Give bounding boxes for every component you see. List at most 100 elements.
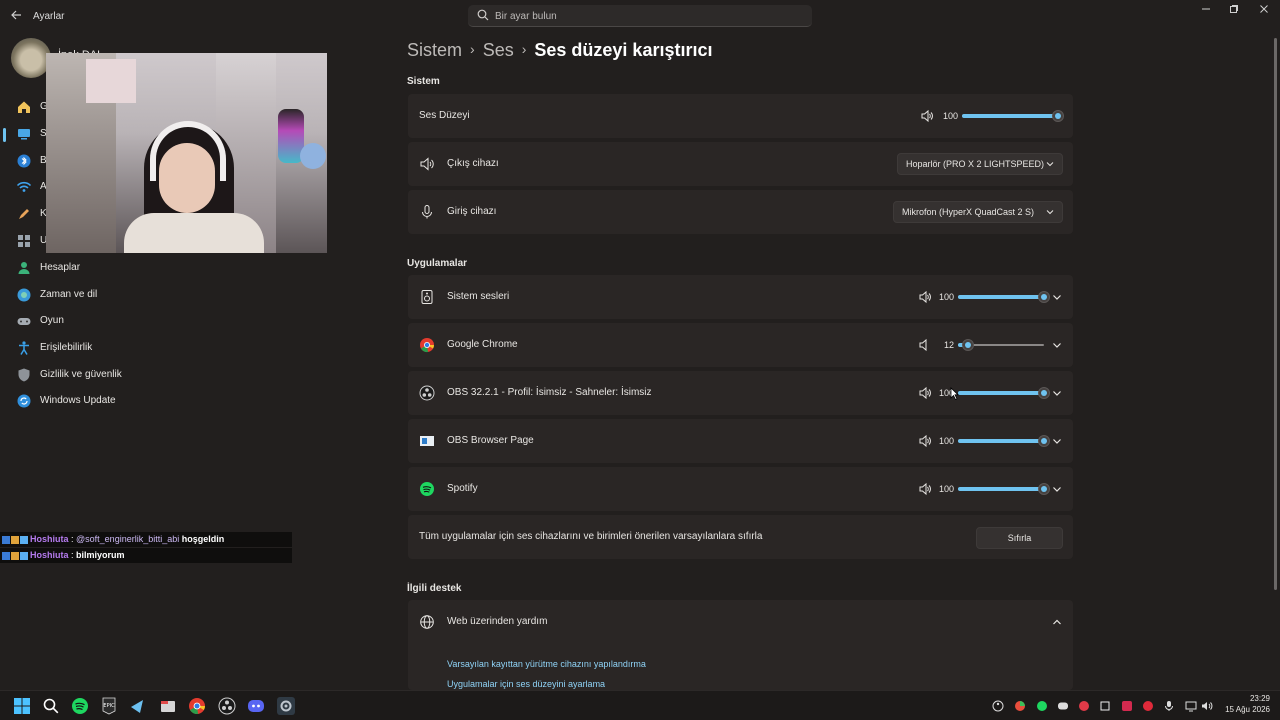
app-volume-slider[interactable] (958, 338, 1044, 352)
speaker-icon[interactable] (920, 109, 934, 123)
obs-browser-icon (420, 436, 434, 446)
section-title-apps: Uygulamalar (407, 258, 468, 269)
chevron-down-icon (1046, 210, 1054, 215)
discord-tray-icon[interactable] (1057, 700, 1069, 712)
scrollbar[interactable] (1274, 38, 1277, 590)
steam-icon[interactable] (129, 697, 147, 715)
nav-selected-indicator (3, 128, 6, 142)
app-volume-value: 100 (938, 436, 954, 446)
restore-button[interactable] (1224, 4, 1244, 20)
spotify-tray-icon[interactable] (1036, 700, 1048, 712)
app-title: Ayarlar (33, 11, 65, 22)
web-help-label[interactable]: Web üzerinden yardım (447, 616, 547, 627)
output-device-card: Çıkış cihazı Hoparlör (PRO X 2 LIGHTSPEE… (408, 142, 1073, 186)
globe-icon (420, 615, 434, 629)
windows-start-icon[interactable] (13, 697, 31, 715)
breadcrumb-sound[interactable]: Ses (483, 40, 514, 60)
breadcrumb: Sistem › Ses › Ses düzeyi karıştırıcı (407, 40, 712, 64)
tray-app-icon[interactable] (1099, 700, 1111, 712)
chat-badges (2, 548, 30, 563)
chevron-right-icon: › (470, 41, 475, 57)
discord-icon[interactable] (247, 697, 265, 715)
app-volume-row: OBS Browser Page 100 (408, 419, 1073, 463)
spotify-icon (420, 482, 434, 496)
app-volume-slider[interactable] (958, 434, 1050, 448)
app-volume-slider[interactable] (958, 290, 1050, 304)
app-name: Sistem sesleri (447, 291, 510, 302)
output-device-value: Hoparlör (PRO X 2 LIGHTSPEED) (906, 159, 1045, 169)
minimize-button[interactable] (1196, 4, 1216, 20)
settings-gear-icon[interactable] (277, 697, 295, 715)
apps-icon (18, 235, 30, 247)
obs-icon[interactable] (218, 697, 236, 715)
app-volume-row: Sistem sesleri 100 (408, 275, 1073, 319)
system-sounds-icon (421, 290, 433, 304)
speaker-icon[interactable] (918, 434, 932, 448)
speaker-low-icon[interactable] (918, 338, 932, 352)
svg-text:EPIC: EPIC (103, 703, 115, 709)
record-tray-icon[interactable] (1142, 700, 1154, 712)
chrome-icon[interactable] (188, 697, 206, 715)
clock-time[interactable]: 23:29 (1240, 694, 1270, 703)
microphone-tray-icon[interactable] (1163, 700, 1175, 712)
input-device-dropdown[interactable]: Mikrofon (HyperX QuadCast 2 S) (893, 201, 1063, 223)
chevron-up-icon[interactable] (1051, 616, 1063, 628)
output-device-dropdown[interactable]: Hoparlör (PRO X 2 LIGHTSPEED) (897, 153, 1063, 175)
close-button[interactable] (1254, 4, 1274, 20)
master-volume-label: Ses Düzeyi (419, 110, 470, 121)
sidebar-item-gaming[interactable]: Oyun (8, 308, 324, 334)
app-name: OBS Browser Page (447, 435, 534, 446)
file-explorer-icon[interactable] (159, 697, 177, 715)
obs-tray-icon[interactable] (992, 700, 1004, 712)
amd-tray-icon[interactable] (1121, 700, 1133, 712)
epic-games-icon[interactable]: EPIC (100, 697, 118, 715)
accounts-icon (18, 262, 30, 274)
section-title-system: Sistem (407, 76, 440, 87)
app-name: Spotify (447, 483, 478, 494)
app-volume-slider[interactable] (958, 386, 1050, 400)
chevron-down-icon[interactable] (1051, 291, 1063, 303)
app-volume-slider[interactable] (958, 482, 1050, 496)
app-name: Google Chrome (447, 339, 518, 350)
help-link-playback-device[interactable]: Varsayılan kayıttan yürütme cihazını yap… (447, 659, 646, 669)
app-volume-row: Spotify 100 (408, 467, 1073, 511)
help-link-app-volume[interactable]: Uygulamalar için ses düzeyini ayarlama (447, 679, 605, 689)
title-bar: Ayarlar (0, 0, 1280, 32)
input-device-card: Giriş cihazı Mikrofon (HyperX QuadCast 2… (408, 190, 1073, 234)
breadcrumb-system[interactable]: Sistem (407, 40, 462, 60)
sidebar-item-windows-update[interactable]: Windows Update (8, 388, 324, 414)
chevron-down-icon[interactable] (1051, 339, 1063, 351)
chat-message: Hoshiuta : @soft_enginerlik_bitti_abi ho… (0, 532, 292, 547)
chevron-down-icon[interactable] (1051, 387, 1063, 399)
settings-search-box[interactable] (468, 5, 812, 27)
reset-button[interactable]: Sıfırla (976, 527, 1063, 549)
color-tray-icon[interactable] (1014, 700, 1026, 712)
spotify-icon[interactable] (71, 697, 89, 715)
back-arrow-icon[interactable] (8, 8, 24, 24)
time-language-icon (17, 288, 31, 302)
speaker-icon[interactable] (918, 482, 932, 496)
output-device-label: Çıkış cihazı (447, 158, 499, 169)
search-icon[interactable] (42, 697, 60, 715)
speaker-icon (420, 157, 434, 171)
sidebar-item-privacy[interactable]: Gizlilik ve güvenlik (8, 362, 324, 388)
sidebar-item-accessibility[interactable]: Erişilebilirlik (8, 335, 324, 361)
app-volume-row: Google Chrome 12 (408, 323, 1073, 367)
master-volume-slider[interactable] (962, 109, 1064, 123)
speaker-icon[interactable] (918, 290, 932, 304)
search-input[interactable] (495, 7, 795, 25)
taskbar: EPIC (0, 690, 1280, 720)
speaker-icon[interactable] (918, 386, 932, 400)
sidebar-item-accounts[interactable]: Hesaplar (8, 255, 324, 281)
clock-date[interactable]: 15 Ağu 2026 (1210, 705, 1270, 714)
chevron-right-icon: › (521, 41, 527, 57)
avatar[interactable] (11, 38, 51, 78)
red-tray-icon[interactable] (1078, 700, 1090, 712)
chevron-down-icon[interactable] (1051, 483, 1063, 495)
chevron-down-icon[interactable] (1051, 435, 1063, 447)
network-tray-icon[interactable] (1185, 700, 1197, 712)
sidebar-item-time-language[interactable]: Zaman ve dil (8, 282, 324, 308)
input-device-label: Giriş cihazı (447, 206, 497, 217)
microphone-icon (422, 205, 432, 219)
accessibility-icon (19, 341, 29, 355)
